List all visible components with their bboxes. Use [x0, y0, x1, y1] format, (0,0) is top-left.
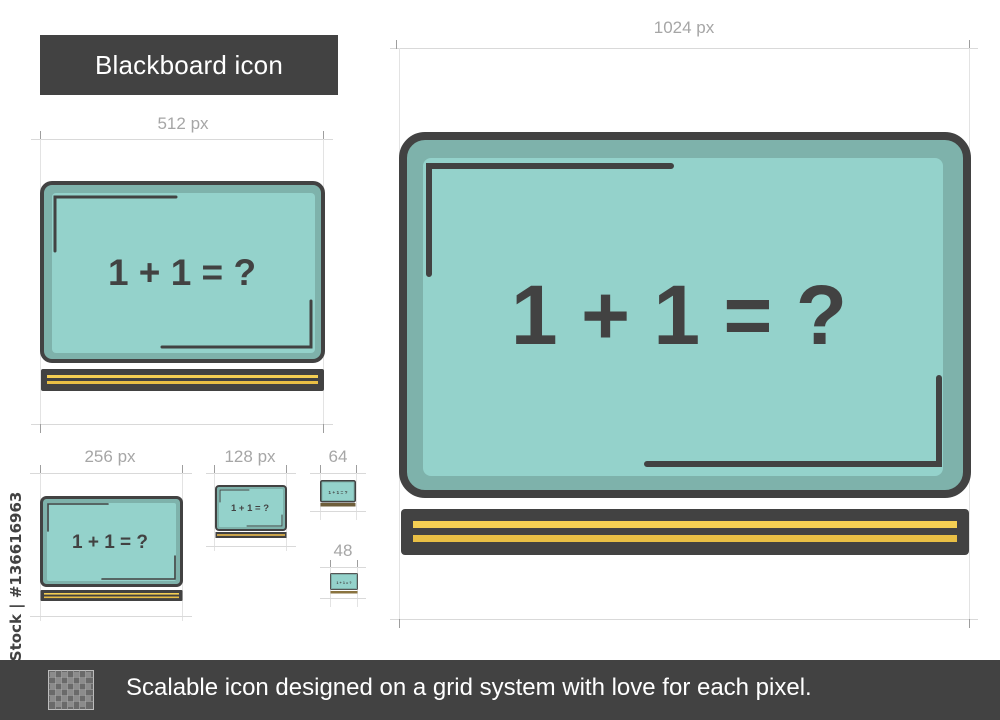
blackboard-icon-128: 1 + 1 = ?	[215, 485, 287, 538]
dimension-line-256-bottom	[30, 616, 192, 617]
dimension-line-48	[320, 567, 366, 568]
blackboard-icon-256: 1 + 1 = ?	[40, 496, 183, 601]
title-text: Blackboard icon	[95, 49, 283, 80]
title-banner: Blackboard icon	[40, 35, 338, 95]
dimension-line-128-bottom	[206, 546, 296, 547]
dimension-tick	[40, 424, 41, 433]
guide-line	[356, 473, 357, 520]
dimension-line-128	[206, 473, 296, 474]
size-label-48: 48	[333, 541, 353, 560]
dimension-line-256	[30, 473, 192, 474]
dimension-tick	[396, 40, 397, 49]
dimension-tick	[323, 424, 324, 433]
dimension-line-512	[31, 139, 333, 140]
dimension-line-1024	[390, 48, 978, 49]
dimension-line-64	[310, 473, 366, 474]
size-label-64: 64	[328, 447, 348, 466]
footer-banner: Scalable icon designed on a grid system …	[0, 660, 1000, 720]
blackboard-icon-1024: 1 + 1 = ?	[399, 132, 971, 555]
size-label-128: 128 px	[224, 447, 276, 466]
size-label-256: 256 px	[84, 447, 136, 466]
equation-text: 1 + 1 = ?	[328, 490, 347, 496]
pixel-grid-icon	[48, 670, 94, 710]
dimension-line-64-bottom	[310, 511, 366, 512]
dimension-line-48-bottom	[320, 598, 366, 599]
equation-text: 1 + 1 = ?	[511, 268, 847, 362]
blackboard-icon-512: 1 + 1 = ?	[40, 181, 325, 391]
size-label-1024: 1024 px	[653, 18, 715, 37]
dimension-tick	[969, 619, 970, 628]
equation-text: 1 + 1 = ?	[336, 581, 352, 585]
equation-text: 1 + 1 = ?	[108, 252, 256, 293]
size-label-512: 512 px	[157, 114, 209, 133]
dimension-line-1024-bottom	[390, 619, 978, 620]
equation-text: 1 + 1 = ?	[231, 503, 269, 514]
blackboard-icon-48: 1 + 1 = ?	[330, 573, 358, 594]
dimension-line-512-bottom	[31, 424, 333, 425]
blackboard-icon-64: 1 + 1 = ?	[320, 480, 356, 507]
equation-text: 1 + 1 = ?	[72, 532, 148, 553]
dimension-tick	[399, 619, 400, 628]
footer-tagline: Scalable icon designed on a grid system …	[126, 674, 812, 701]
